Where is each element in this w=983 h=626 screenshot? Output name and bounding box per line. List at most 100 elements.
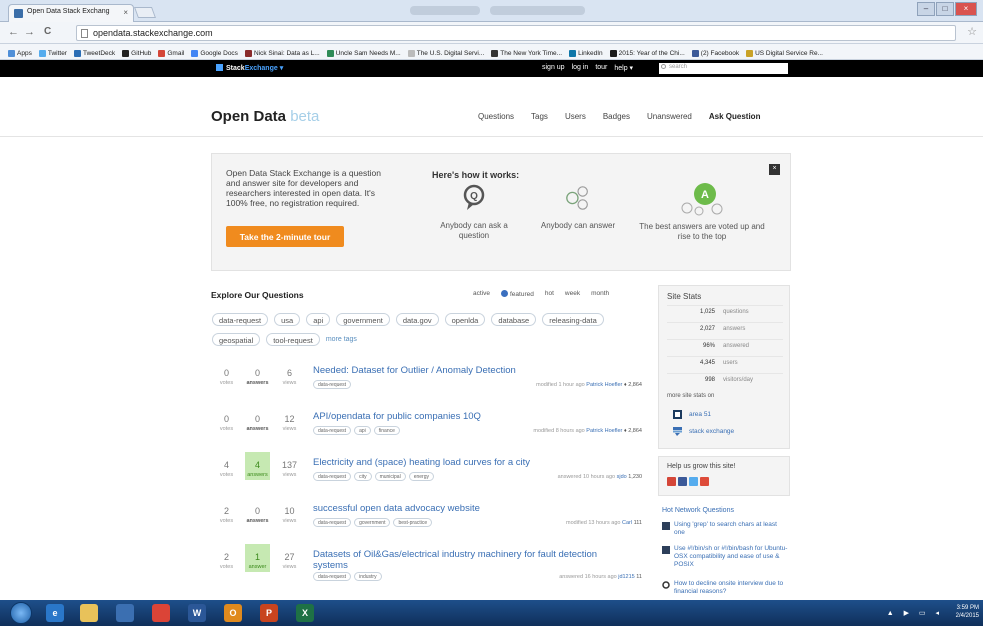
topbar-link[interactable]: tour <box>595 64 607 72</box>
bookmark-item[interactable]: The U.S. Digital Servi... <box>407 47 484 59</box>
bookmark-item[interactable]: Nick Sinai: Data as L... <box>244 47 320 59</box>
nav-tags[interactable]: Tags <box>531 112 548 121</box>
question-tag[interactable]: data-request <box>313 472 352 481</box>
facebook-share-icon[interactable] <box>678 477 687 486</box>
filter-month[interactable]: month <box>591 290 609 298</box>
forward-icon[interactable]: → <box>24 26 35 38</box>
browser-tab[interactable]: Open Data Stack Exchang × <box>8 4 134 22</box>
question-tag[interactable]: energy <box>408 472 434 481</box>
taskbar-clock[interactable]: 3:59 PM 2/4/2015 <box>956 604 979 620</box>
tag-chip[interactable]: government <box>336 313 390 326</box>
excel-icon[interactable]: X <box>296 604 314 622</box>
topbar-link[interactable]: log in <box>572 64 589 72</box>
question-tag[interactable]: data-request <box>313 426 352 435</box>
nav-unanswered[interactable]: Unanswered <box>647 112 692 121</box>
hot-network-title[interactable]: Hot Network Questions <box>662 507 734 514</box>
bookmark-item[interactable]: LinkedIn <box>569 47 603 59</box>
bookmark-item[interactable]: US Digital Service Re... <box>746 47 823 59</box>
topbar-search-input[interactable]: search <box>659 63 788 74</box>
twitter-share-icon[interactable] <box>689 477 698 486</box>
question-tag[interactable]: data-request <box>313 518 352 527</box>
tag-chip[interactable]: api <box>306 313 331 326</box>
question-title-link[interactable]: Datasets of Oil&Gas/electrical industry … <box>313 549 623 571</box>
user-link[interactable]: Patrick Hoefler <box>586 428 622 434</box>
question-title-link[interactable]: API/opendata for public companies 10Q <box>313 411 623 422</box>
bookmark-item[interactable]: TweetDeck <box>73 47 115 59</box>
stackexchange-logo[interactable]: StackExchange ▾ <box>216 64 283 72</box>
question-tag[interactable]: data-request <box>313 380 352 389</box>
filter-week[interactable]: week <box>565 290 580 298</box>
user-link[interactable]: Patrick Hoefler <box>586 382 622 388</box>
take-tour-button[interactable]: Take the 2-minute tour <box>226 226 344 247</box>
tag-chip[interactable]: database <box>491 313 537 326</box>
banner-close-icon[interactable]: × <box>769 164 780 175</box>
bookmark-item[interactable]: 2015: Year of the Chi... <box>609 47 685 59</box>
reload-icon[interactable]: C <box>44 26 51 37</box>
outlook-icon[interactable]: O <box>224 604 242 622</box>
question-tag[interactable]: api <box>354 426 371 435</box>
tag-chip[interactable]: geospatial <box>212 333 261 346</box>
url-input[interactable]: opendata.stackexchange.com <box>76 25 956 41</box>
bookmark-star-icon[interactable]: ☆ <box>967 25 977 38</box>
nav-users[interactable]: Users <box>565 112 586 121</box>
tag-chip[interactable]: usa <box>274 313 301 326</box>
more-tags-link[interactable]: more tags <box>326 333 357 346</box>
bookmark-item[interactable]: (2) Facebook <box>691 47 739 59</box>
tag-chip[interactable]: releasing-data <box>542 313 604 326</box>
topbar-link[interactable]: sign up <box>542 64 565 72</box>
bookmark-item[interactable]: Apps <box>8 47 32 59</box>
filter-active[interactable]: active <box>473 290 490 298</box>
bookmark-item[interactable]: GitHub <box>122 47 151 59</box>
question-tag[interactable]: government <box>354 518 391 527</box>
googleplus-share-icon[interactable] <box>700 477 709 486</box>
chrome-icon[interactable] <box>152 604 170 622</box>
bookmark-item[interactable]: Uncle Sam Needs M... <box>326 47 401 59</box>
bookmark-item[interactable]: The New York Time... <box>491 47 562 59</box>
system-tray[interactable]: ▲ ▶ ▭ ◂ <box>887 609 943 617</box>
start-button[interactable] <box>10 602 32 624</box>
question-tag[interactable]: municipal <box>374 472 406 481</box>
question-title-link[interactable]: Needed: Dataset for Outlier / Anomaly De… <box>313 365 623 376</box>
bookmark-item[interactable]: Gmail <box>158 47 184 59</box>
tag-chip[interactable]: openlda <box>444 313 486 326</box>
tag-chip[interactable]: tool-request <box>266 333 320 346</box>
email-share-icon[interactable] <box>667 477 676 486</box>
stackexchange-link[interactable]: stack exchange <box>689 428 734 435</box>
tag-chip[interactable]: data-request <box>212 313 269 326</box>
question-tag[interactable]: best-practice <box>393 518 433 527</box>
question-tag[interactable]: city <box>354 472 372 481</box>
powerpoint-icon[interactable]: P <box>260 604 278 622</box>
minimize-icon[interactable]: – <box>917 2 935 16</box>
user-link[interactable]: jd1215 <box>618 574 635 580</box>
question-tag[interactable]: data-request <box>313 572 352 581</box>
topbar-link[interactable]: help ▾ <box>614 64 633 72</box>
media-icon[interactable] <box>116 604 134 622</box>
word-icon[interactable]: W <box>188 604 206 622</box>
hot-network-item[interactable]: Use #!/bin/sh or #!/bin/bash for Ubuntu-… <box>662 545 788 569</box>
hot-network-item[interactable]: Using 'grep' to search chars at least on… <box>662 521 788 537</box>
site-title[interactable]: Open Data beta <box>211 108 319 125</box>
user-link[interactable]: Carl <box>622 520 632 526</box>
question-tag[interactable]: finance <box>373 426 400 435</box>
folder-icon[interactable] <box>80 604 98 622</box>
filter-hot[interactable]: hot <box>545 290 554 298</box>
nav-questions[interactable]: Questions <box>478 112 514 121</box>
window-close-icon[interactable]: × <box>955 2 977 16</box>
question-tag[interactable]: industry <box>354 572 382 581</box>
ask-question-button[interactable]: Ask Question <box>709 112 761 121</box>
bookmark-item[interactable]: Google Docs <box>191 47 238 59</box>
tag-chip[interactable]: data.gov <box>395 313 439 326</box>
question-title-link[interactable]: successful open data advocacy website <box>313 503 623 514</box>
back-icon[interactable]: ← <box>8 26 19 38</box>
question-title-link[interactable]: Electricity and (space) heating load cur… <box>313 457 623 468</box>
maximize-icon[interactable]: □ <box>936 2 954 16</box>
nav-badges[interactable]: Badges <box>603 112 630 121</box>
user-link[interactable]: sjdo <box>617 474 627 480</box>
new-tab-button[interactable] <box>133 7 157 18</box>
bookmark-item[interactable]: Twitter <box>38 47 67 59</box>
tab-close-icon[interactable]: × <box>123 8 128 17</box>
ie-icon[interactable]: e <box>46 604 64 622</box>
filter-featured[interactable]: featured <box>500 290 534 298</box>
area51-link[interactable]: area 51 <box>689 411 711 418</box>
hot-network-item[interactable]: How to decline onsite interview due to f… <box>662 580 788 596</box>
